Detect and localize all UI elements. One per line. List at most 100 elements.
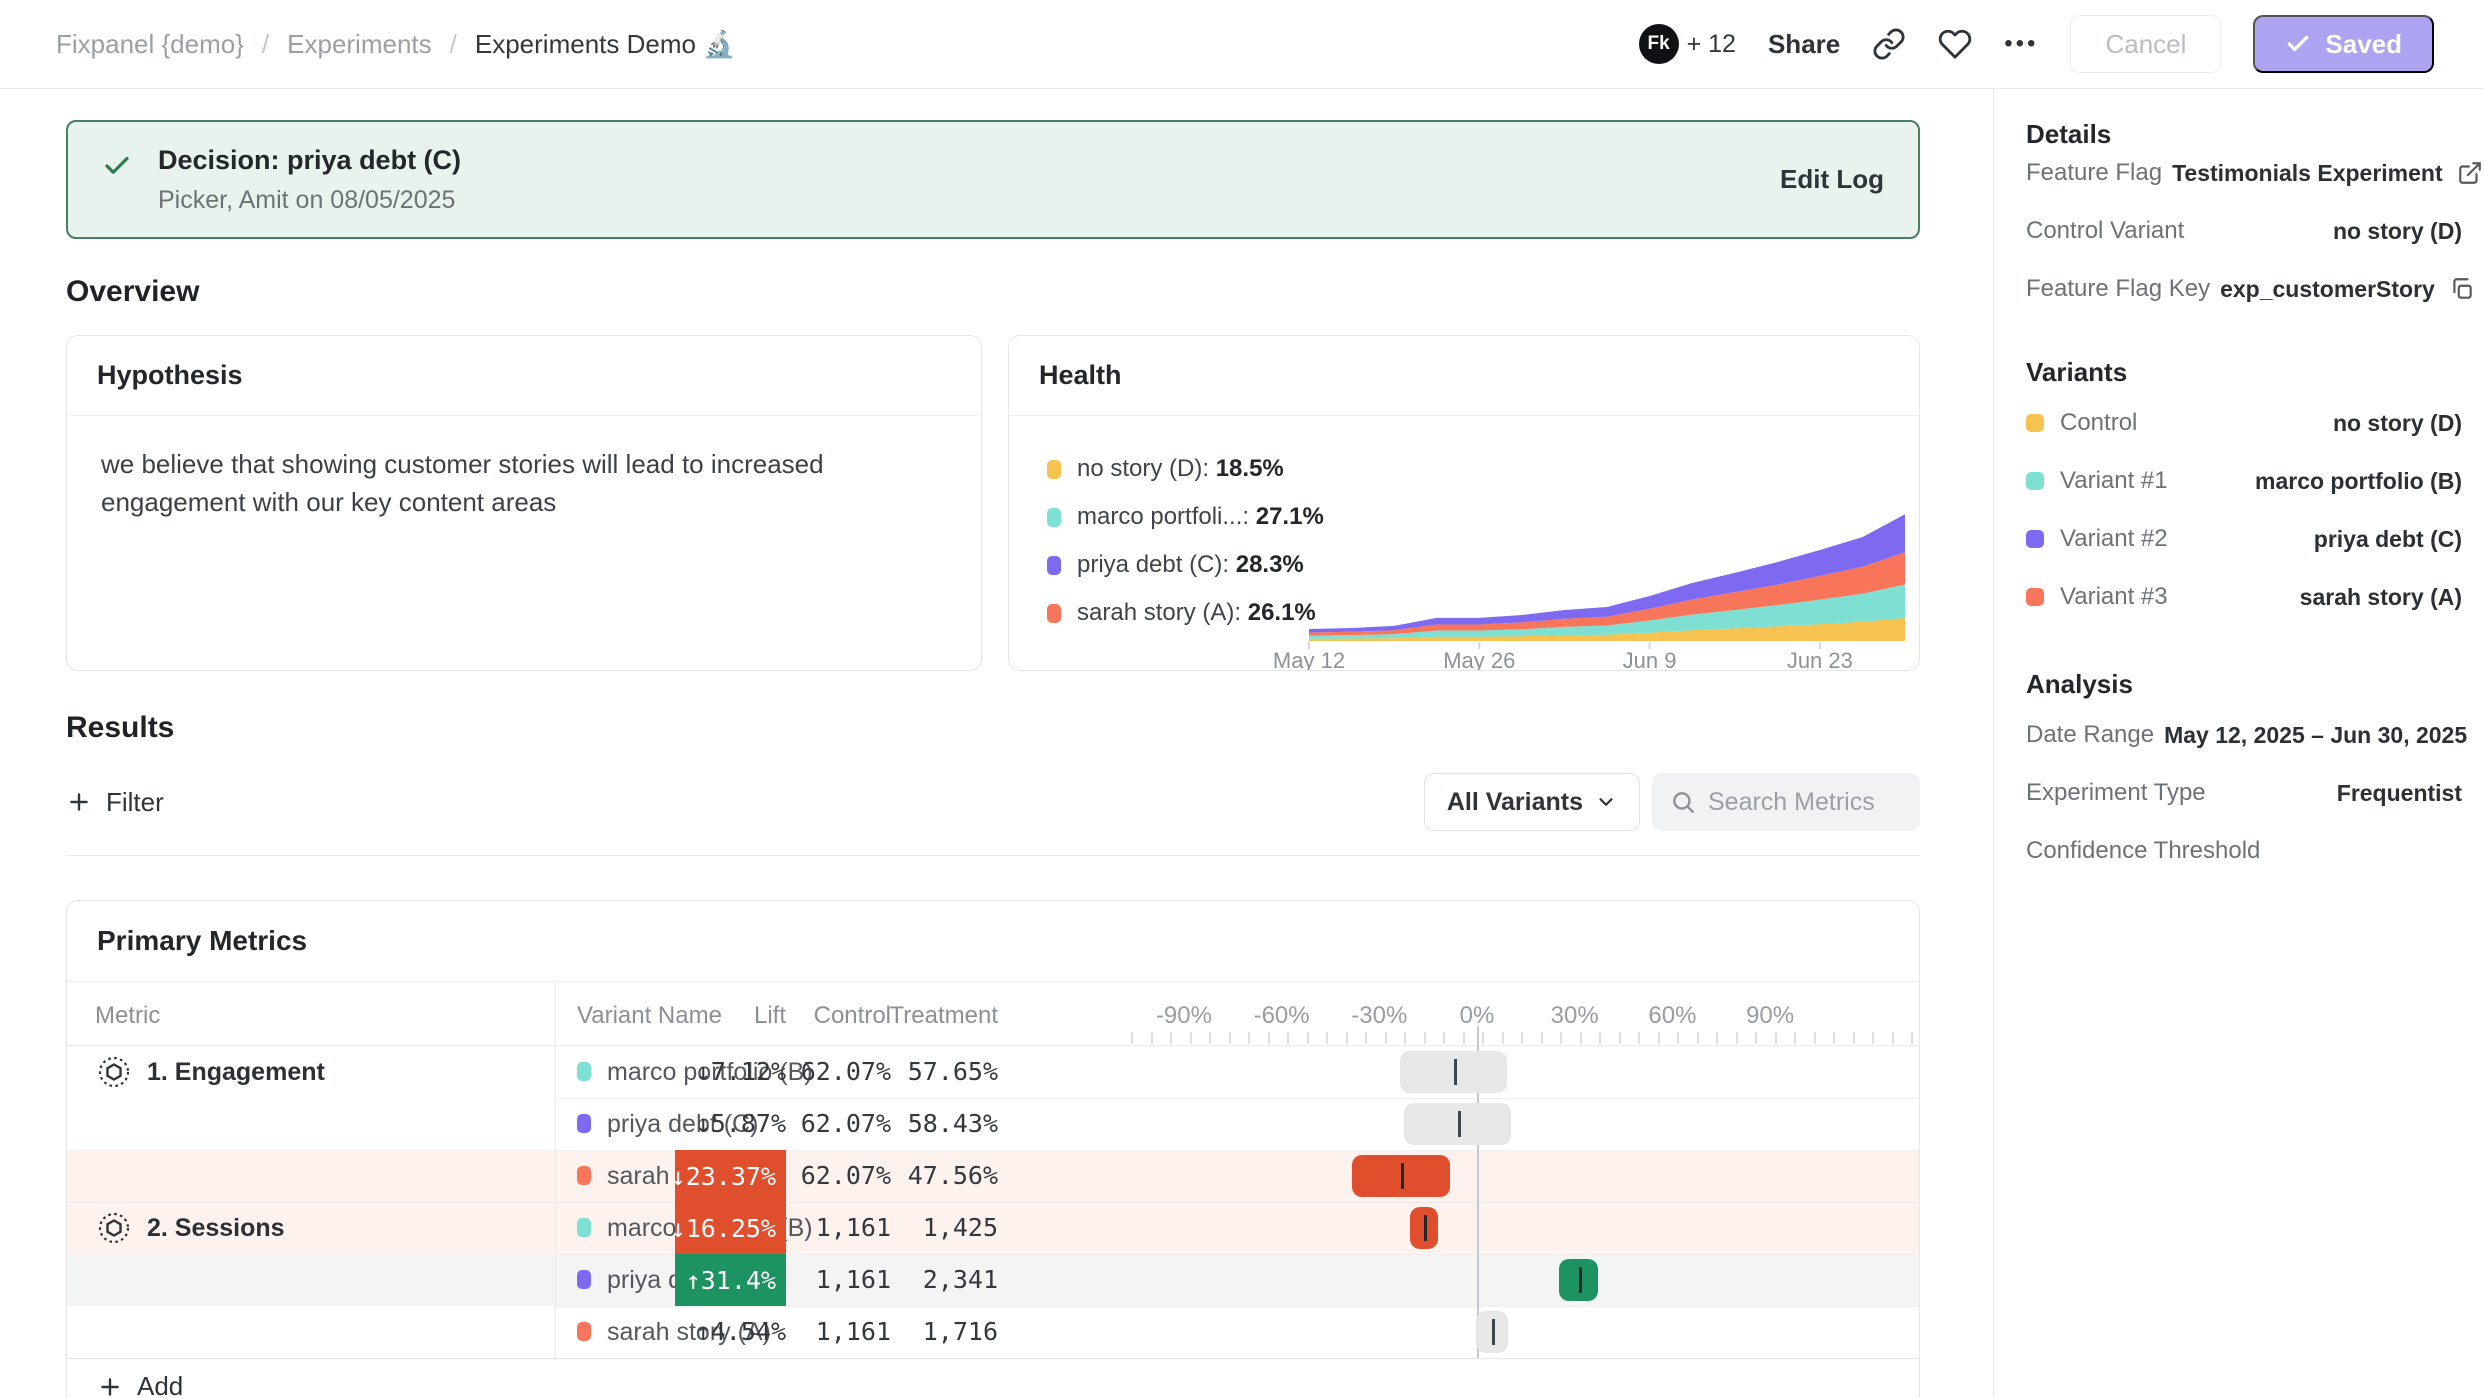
hypothesis-card: Hypothesis we believe that showing custo… (66, 335, 982, 671)
control-color-swatch (2026, 414, 2044, 432)
axis-tickmark (1190, 1032, 1192, 1044)
chevron-down-icon (1595, 791, 1617, 813)
confidence-interval-mean (1454, 1059, 1457, 1085)
variant-1-value: marco portfolio (B) (2255, 468, 2462, 495)
add-metric-label: Add (137, 1371, 183, 1398)
plus-icon (97, 1374, 123, 1398)
feature-flag-key-row: Feature Flag Key exp_customerStory (2026, 271, 2462, 307)
axis-tickmark (1326, 1032, 1328, 1044)
axis-tickmark (1365, 1032, 1367, 1044)
axis-tickmark (1599, 1032, 1601, 1044)
axis-tickmark (1541, 1032, 1543, 1044)
axis-tickmark (1619, 1032, 1621, 1044)
axis-tickmark (1911, 1032, 1913, 1044)
divider (66, 855, 1920, 856)
treatment-value: 1,425 (923, 1202, 998, 1254)
search-metrics-input[interactable] (1708, 788, 1908, 817)
variant-row-3: Variant #3 sarah story (A) (2026, 579, 2462, 615)
copy-icon[interactable] (2449, 276, 2475, 302)
breadcrumb-separator: / (450, 29, 457, 60)
saved-button-label: Saved (2325, 29, 2402, 60)
results-heading: Results (66, 711, 1920, 745)
column-header-control: Control (814, 1002, 891, 1030)
control-value: 1,161 (816, 1254, 891, 1306)
column-header-variant-name: Variant Name (577, 1002, 722, 1030)
legend-color-swatch (1047, 460, 1061, 479)
avatar[interactable]: Fk (1639, 24, 1679, 64)
decision-subtitle: Picker, Amit on 08/05/2025 (158, 186, 1780, 215)
axis-tickmark (1443, 1032, 1445, 1044)
top-actions: Fk + 12 Share ••• Cancel Saved (1639, 15, 2434, 73)
metric-name: 2. Sessions (147, 1214, 285, 1243)
variant-2-label: Variant #2 (2060, 525, 2168, 553)
breadcrumb-separator: / (262, 29, 269, 60)
axis-tickmark (1736, 1032, 1738, 1044)
share-button[interactable]: Share (1768, 29, 1840, 60)
date-range-value: May 12, 2025 – Jun 30, 2025 (2164, 722, 2467, 749)
app-window: Fixpanel {demo} / Experiments / Experime… (0, 0, 2484, 1398)
details-heading: Details (2026, 119, 2462, 151)
axis-tickmark (1307, 1032, 1309, 1044)
experiment-type-row: Experiment Type Frequentist (2026, 775, 2462, 811)
main-panel: Decision: priya debt (C) Picker, Amit on… (0, 89, 1993, 1398)
variant-color-swatch (577, 1166, 591, 1185)
feature-flag-key-label: Feature Flag Key (2026, 275, 2210, 303)
axis-tickmark (1716, 1032, 1718, 1044)
decision-title: Decision: priya debt (C) (158, 145, 1780, 176)
control-value: 62.07% (801, 1046, 891, 1098)
edit-log-button[interactable]: Edit Log (1780, 164, 1884, 195)
top-bar: Fixpanel {demo} / Experiments / Experime… (0, 0, 2484, 89)
metric-column-divider (555, 982, 556, 1358)
lift-value-cell: ↓16.25% (675, 1202, 786, 1254)
feature-flag-key-text: exp_customerStory (2220, 276, 2435, 303)
control-value: 1,161 (816, 1202, 891, 1254)
collaborator-avatars[interactable]: Fk + 12 (1639, 24, 1736, 64)
metric-goal-icon (97, 1211, 131, 1245)
axis-tickmark (1794, 1032, 1796, 1044)
lift-value-cell: ↓23.37% (675, 1150, 786, 1202)
axis-tickmark (1346, 1032, 1348, 1044)
breadcrumb: Fixpanel {demo} / Experiments / Experime… (56, 29, 736, 60)
variant-control-value: no story (D) (2333, 410, 2462, 437)
add-metric-button[interactable]: Add (67, 1358, 1919, 1398)
variant-3-color-swatch (2026, 588, 2044, 606)
breadcrumb-experiments[interactable]: Experiments (287, 29, 432, 60)
copy-link-icon[interactable] (1872, 27, 1906, 61)
analysis-heading: Analysis (2026, 669, 2462, 701)
axis-tickmark (1658, 1032, 1660, 1044)
legend-label: no story (D): 18.5% (1077, 455, 1284, 483)
external-link-icon[interactable] (2457, 160, 2483, 186)
variant-control-label: Control (2060, 409, 2137, 437)
variant-color-swatch (577, 1270, 591, 1289)
favorite-heart-icon[interactable] (1938, 27, 1972, 61)
filter-label: Filter (106, 787, 164, 818)
health-card-title: Health (1009, 336, 1919, 416)
x-axis-label: Jun 23 (1787, 648, 1853, 671)
legend-color-swatch (1047, 604, 1061, 623)
axis-tickmark (1560, 1032, 1562, 1044)
axis-tickmark (1131, 1032, 1133, 1044)
add-filter-button[interactable]: Filter (66, 787, 164, 818)
metric-name-cell[interactable]: 2. Sessions (97, 1202, 285, 1254)
breadcrumb-current: Experiments Demo 🔬 (475, 29, 736, 60)
more-options-icon[interactable]: ••• (2004, 30, 2038, 58)
variant-3-value: sarah story (A) (2300, 584, 2462, 611)
control-value: 1,161 (816, 1306, 891, 1358)
axis-tickmark (1853, 1032, 1855, 1044)
variants-dropdown[interactable]: All Variants (1424, 773, 1640, 831)
saved-button[interactable]: Saved (2253, 15, 2434, 73)
breadcrumb-project[interactable]: Fixpanel {demo} (56, 29, 244, 60)
search-metrics-box[interactable] (1652, 773, 1920, 831)
variant-2-value: priya debt (C) (2314, 526, 2462, 553)
variant-3-label: Variant #3 (2060, 583, 2168, 611)
column-header-treatment: Treatment (890, 1002, 998, 1030)
axis-tickmark (1775, 1032, 1777, 1044)
axis-tickmark (1638, 1032, 1640, 1044)
treatment-value: 58.43% (908, 1098, 998, 1150)
lift-value-cell: ↑31.4% (675, 1254, 786, 1306)
cancel-button[interactable]: Cancel (2070, 15, 2221, 73)
metric-name-cell[interactable]: 1. Engagement (97, 1046, 325, 1098)
axis-tickmark (1521, 1032, 1523, 1044)
axis-tickmark (1580, 1032, 1582, 1044)
overview-heading: Overview (66, 275, 1920, 309)
